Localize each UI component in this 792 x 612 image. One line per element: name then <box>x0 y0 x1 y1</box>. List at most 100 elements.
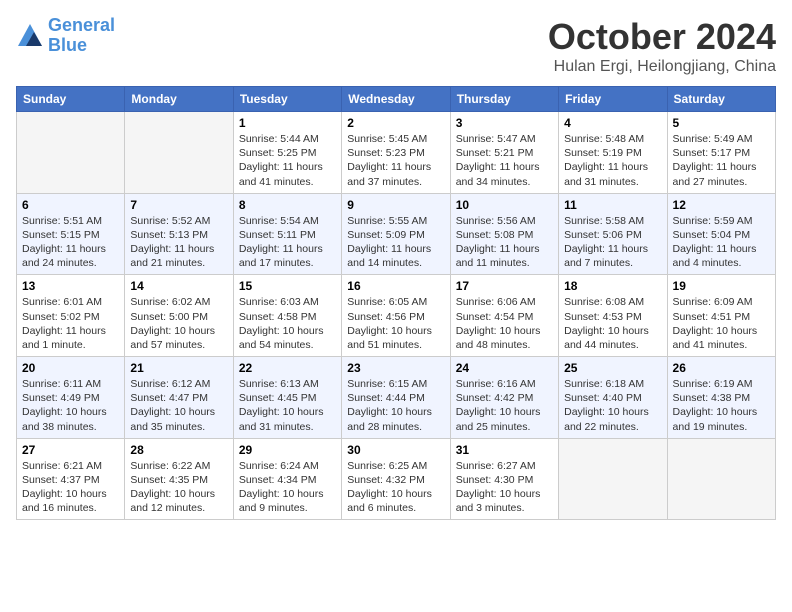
day-number: 25 <box>564 361 661 375</box>
day-info: Sunrise: 6:09 AMSunset: 4:51 PMDaylight:… <box>673 295 770 352</box>
calendar-cell <box>17 112 125 194</box>
day-header-wednesday: Wednesday <box>342 87 450 112</box>
calendar-cell: 13 Sunrise: 6:01 AMSunset: 5:02 PMDayligh… <box>17 275 125 357</box>
calendar-cell <box>125 112 233 194</box>
day-number: 21 <box>130 361 227 375</box>
calendar-cell: 17Sunrise: 6:06 AMSunset: 4:54 PMDayligh… <box>450 275 558 357</box>
day-number: 26 <box>673 361 770 375</box>
day-number: 19 <box>673 279 770 293</box>
calendar-cell: 19 Sunrise: 6:09 AMSunset: 4:51 PMDayligh… <box>667 275 775 357</box>
day-number: 17 <box>456 279 553 293</box>
day-number: 8 <box>239 198 336 212</box>
day-info: Sunrise: 5:47 AMSunset: 5:21 PMDaylight:… <box>456 132 553 189</box>
day-number: 27 <box>22 443 119 457</box>
calendar-cell: 18 Sunrise: 6:08 AMSunset: 4:53 PMDayligh… <box>559 275 667 357</box>
calendar-cell: 4 Sunrise: 5:48 AMSunset: 5:19 PMDaylight… <box>559 112 667 194</box>
logo-line1: General <box>48 15 115 35</box>
day-info: Sunrise: 6:05 AMSunset: 4:56 PMDaylight:… <box>347 295 444 352</box>
location-title: Hulan Ergi, Heilongjiang, China <box>548 58 776 76</box>
day-number: 20 <box>22 361 119 375</box>
day-info: Sunrise: 6:03 AMSunset: 4:58 PMDaylight:… <box>239 295 336 352</box>
day-number: 30 <box>347 443 444 457</box>
day-number: 13 <box>22 279 119 293</box>
day-number: 22 <box>239 361 336 375</box>
calendar-cell: 29 Sunrise: 6:24 AMSunset: 4:34 PMDayligh… <box>233 438 341 520</box>
day-info: Sunrise: 6:02 AMSunset: 5:00 PMDaylight:… <box>130 295 227 352</box>
day-info: Sunrise: 5:52 AMSunset: 5:13 PMDaylight:… <box>130 214 227 271</box>
page-header: General Blue October 2024 Hulan Ergi, He… <box>16 16 776 76</box>
day-info: Sunrise: 6:08 AMSunset: 4:53 PMDaylight:… <box>564 295 661 352</box>
day-info: Sunrise: 6:24 AMSunset: 4:34 PMDaylight:… <box>239 459 336 516</box>
calendar-cell: 24Sunrise: 6:16 AMSunset: 4:42 PMDayligh… <box>450 357 558 439</box>
day-number: 29 <box>239 443 336 457</box>
day-number: 11 <box>564 198 661 212</box>
day-header-friday: Friday <box>559 87 667 112</box>
calendar-cell <box>559 438 667 520</box>
day-number: 10 <box>456 198 553 212</box>
day-info: Sunrise: 6:27 AMSunset: 4:30 PMDaylight:… <box>456 459 553 516</box>
calendar-week-row: 20 Sunrise: 6:11 AMSunset: 4:49 PMDayligh… <box>17 357 776 439</box>
logo: General Blue <box>16 16 115 56</box>
calendar-week-row: 27Sunrise: 6:21 AMSunset: 4:37 PMDayligh… <box>17 438 776 520</box>
day-info: Sunrise: 6:12 AMSunset: 4:47 PMDaylight:… <box>130 377 227 434</box>
day-number: 6 <box>22 198 119 212</box>
day-number: 4 <box>564 116 661 130</box>
day-number: 18 <box>564 279 661 293</box>
calendar-cell: 7 Sunrise: 5:52 AMSunset: 5:13 PMDaylight… <box>125 193 233 275</box>
day-header-monday: Monday <box>125 87 233 112</box>
day-info: Sunrise: 5:49 AMSunset: 5:17 PMDaylight:… <box>673 132 770 189</box>
logo-icon <box>16 22 44 50</box>
day-number: 2 <box>347 116 444 130</box>
day-number: 7 <box>130 198 227 212</box>
day-info: Sunrise: 5:48 AMSunset: 5:19 PMDaylight:… <box>564 132 661 189</box>
day-number: 16 <box>347 279 444 293</box>
day-info: Sunrise: 5:44 AMSunset: 5:25 PMDaylight:… <box>239 132 336 189</box>
calendar-cell: 30Sunrise: 6:25 AMSunset: 4:32 PMDayligh… <box>342 438 450 520</box>
day-number: 5 <box>673 116 770 130</box>
calendar-table: SundayMondayTuesdayWednesdayThursdayFrid… <box>16 86 776 520</box>
calendar-cell: 3 Sunrise: 5:47 AMSunset: 5:21 PMDaylight… <box>450 112 558 194</box>
day-number: 3 <box>456 116 553 130</box>
day-number: 15 <box>239 279 336 293</box>
day-info: Sunrise: 6:13 AMSunset: 4:45 PMDaylight:… <box>239 377 336 434</box>
day-number: 23 <box>347 361 444 375</box>
day-info: Sunrise: 5:59 AMSunset: 5:04 PMDaylight:… <box>673 214 770 271</box>
day-info: Sunrise: 6:01 AMSunset: 5:02 PMDaylight:… <box>22 295 119 352</box>
day-info: Sunrise: 6:22 AMSunset: 4:35 PMDaylight:… <box>130 459 227 516</box>
calendar-cell: 23 Sunrise: 6:15 AMSunset: 4:44 PMDayligh… <box>342 357 450 439</box>
logo-text: General Blue <box>48 16 115 56</box>
calendar-cell: 9Sunrise: 5:55 AMSunset: 5:09 PMDaylight… <box>342 193 450 275</box>
day-info: Sunrise: 5:56 AMSunset: 5:08 PMDaylight:… <box>456 214 553 271</box>
day-info: Sunrise: 5:51 AMSunset: 5:15 PMDaylight:… <box>22 214 119 271</box>
calendar-cell: 12 Sunrise: 5:59 AMSunset: 5:04 PMDayligh… <box>667 193 775 275</box>
day-header-sunday: Sunday <box>17 87 125 112</box>
calendar-cell: 16 Sunrise: 6:05 AMSunset: 4:56 PMDayligh… <box>342 275 450 357</box>
day-number: 12 <box>673 198 770 212</box>
day-info: Sunrise: 5:55 AMSunset: 5:09 PMDaylight:… <box>347 214 444 271</box>
month-title: October 2024 <box>548 16 776 58</box>
calendar-cell: 28 Sunrise: 6:22 AMSunset: 4:35 PMDayligh… <box>125 438 233 520</box>
calendar-cell: 5 Sunrise: 5:49 AMSunset: 5:17 PMDaylight… <box>667 112 775 194</box>
calendar-cell: 22 Sunrise: 6:13 AMSunset: 4:45 PMDayligh… <box>233 357 341 439</box>
day-number: 24 <box>456 361 553 375</box>
calendar-cell: 8 Sunrise: 5:54 AMSunset: 5:11 PMDaylight… <box>233 193 341 275</box>
calendar-cell: 26 Sunrise: 6:19 AMSunset: 4:38 PMDayligh… <box>667 357 775 439</box>
calendar-header-row: SundayMondayTuesdayWednesdayThursdayFrid… <box>17 87 776 112</box>
day-number: 14 <box>130 279 227 293</box>
day-header-thursday: Thursday <box>450 87 558 112</box>
day-info: Sunrise: 6:18 AMSunset: 4:40 PMDaylight:… <box>564 377 661 434</box>
day-info: Sunrise: 6:11 AMSunset: 4:49 PMDaylight:… <box>22 377 119 434</box>
calendar-cell: 14 Sunrise: 6:02 AMSunset: 5:00 PMDayligh… <box>125 275 233 357</box>
calendar-cell: 6 Sunrise: 5:51 AMSunset: 5:15 PMDaylight… <box>17 193 125 275</box>
calendar-cell <box>667 438 775 520</box>
calendar-cell: 2Sunrise: 5:45 AMSunset: 5:23 PMDaylight… <box>342 112 450 194</box>
day-info: Sunrise: 6:19 AMSunset: 4:38 PMDaylight:… <box>673 377 770 434</box>
day-number: 28 <box>130 443 227 457</box>
calendar-cell: 25 Sunrise: 6:18 AMSunset: 4:40 PMDayligh… <box>559 357 667 439</box>
calendar-week-row: 13 Sunrise: 6:01 AMSunset: 5:02 PMDayligh… <box>17 275 776 357</box>
day-number: 1 <box>239 116 336 130</box>
calendar-cell: 1 Sunrise: 5:44 AMSunset: 5:25 PMDaylight… <box>233 112 341 194</box>
day-info: Sunrise: 6:15 AMSunset: 4:44 PMDaylight:… <box>347 377 444 434</box>
day-info: Sunrise: 5:54 AMSunset: 5:11 PMDaylight:… <box>239 214 336 271</box>
title-block: October 2024 Hulan Ergi, Heilongjiang, C… <box>548 16 776 76</box>
